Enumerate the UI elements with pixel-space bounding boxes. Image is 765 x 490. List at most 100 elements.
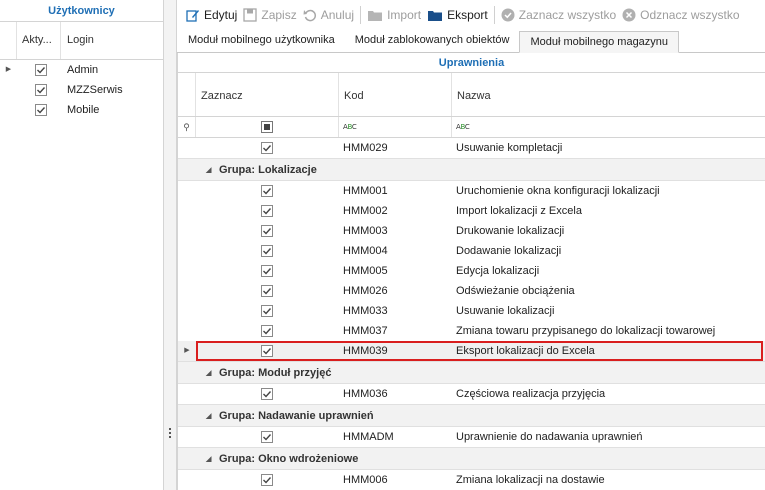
- permission-row[interactable]: HMM006 Zmiana lokalizacji na dostawie: [178, 470, 765, 490]
- text-filter-icon: ABC: [343, 123, 357, 131]
- permission-name: Częściowa realizacja przyjęcia: [456, 388, 606, 400]
- filter-pin-icon: ⚲: [178, 117, 196, 137]
- export-button[interactable]: Eksport: [424, 4, 491, 26]
- permission-checkbox[interactable]: [261, 205, 273, 217]
- permission-name: Edycja lokalizacji: [456, 265, 540, 277]
- focused-row-outline: [196, 341, 763, 361]
- group-row[interactable]: ◢ Grupa: Nadawanie uprawnień: [178, 404, 765, 427]
- user-row[interactable]: MZZSerwis: [0, 80, 163, 100]
- grid-header: Zaznacz Kod Nazwa: [178, 73, 765, 117]
- active-cell[interactable]: [17, 80, 61, 100]
- permission-checkbox[interactable]: [261, 474, 273, 486]
- permission-name: Uprawnienie do nadawania uprawnień: [456, 431, 643, 443]
- permission-code: HMM002: [343, 205, 388, 217]
- tab-1[interactable]: Moduł mobilnego użytkownika: [178, 30, 345, 52]
- save-button[interactable]: Zapisz: [240, 4, 299, 26]
- permission-checkbox[interactable]: [261, 285, 273, 297]
- user-row[interactable]: Mobile: [0, 100, 163, 120]
- permission-row[interactable]: HMM026 Odświeżanie obciążenia: [178, 281, 765, 301]
- permission-row[interactable]: HMM001 Uruchomienie okna konfiguracji lok…: [178, 181, 765, 201]
- permission-name: Usuwanie lokalizacji: [456, 305, 555, 317]
- column-header-name[interactable]: Nazwa: [452, 73, 765, 116]
- active-checkbox[interactable]: [35, 64, 47, 76]
- column-header-login[interactable]: Login: [62, 22, 163, 59]
- active-cell[interactable]: [17, 60, 61, 80]
- cancel-button[interactable]: Anuluj: [300, 4, 357, 26]
- user-row[interactable]: ▶ Admin: [0, 60, 163, 80]
- edit-button[interactable]: Edytuj: [183, 4, 240, 26]
- panel-splitter[interactable]: [164, 0, 177, 490]
- permission-row[interactable]: HMMADM Uprawnienie do nadawania uprawnień: [178, 427, 765, 447]
- group-row[interactable]: ◢ Grupa: Moduł przyjęć: [178, 361, 765, 384]
- permission-checkbox[interactable]: [261, 388, 273, 400]
- row-indicator-header: [0, 22, 17, 59]
- permission-name: Dodawanie lokalizacji: [456, 245, 562, 257]
- permission-checkbox[interactable]: [261, 265, 273, 277]
- splitter-grip-icon: [169, 428, 172, 440]
- permission-row[interactable]: HMM004 Dodawanie lokalizacji: [178, 241, 765, 261]
- check-circle-icon: [501, 8, 515, 22]
- name-filter-cell[interactable]: ABC: [452, 117, 765, 137]
- permission-row[interactable]: HMM002 Import lokalizacji z Excela: [178, 201, 765, 221]
- cancel-button-label: Anuluj: [320, 8, 355, 22]
- permission-checkbox[interactable]: [261, 431, 273, 443]
- select-all-button[interactable]: Zaznacz wszystko: [498, 4, 619, 26]
- import-button-label: Import: [387, 8, 422, 22]
- permission-checkbox[interactable]: [261, 225, 273, 237]
- collapse-arrow-icon[interactable]: ◢: [206, 405, 211, 428]
- group-label: Grupa: Nadawanie uprawnień: [219, 410, 374, 422]
- permission-checkbox[interactable]: [261, 325, 273, 337]
- select-filter-checkbox[interactable]: [261, 121, 273, 133]
- save-button-label: Zapisz: [261, 8, 297, 22]
- permission-name: Zmiana lokalizacji na dostawie: [456, 474, 605, 486]
- active-cell[interactable]: [17, 100, 61, 120]
- permission-row[interactable]: HMM036 Częściowa realizacja przyjęcia: [178, 384, 765, 404]
- permission-checkbox[interactable]: [261, 185, 273, 197]
- text-filter-icon: ABC: [456, 123, 470, 131]
- folder-icon: [368, 11, 383, 21]
- row-indicator: [178, 427, 196, 447]
- permission-name: Odświeżanie obciążenia: [456, 285, 575, 297]
- collapse-arrow-icon[interactable]: ◢: [206, 448, 211, 471]
- permission-code: HMM029: [343, 142, 388, 154]
- permission-checkbox[interactable]: [261, 142, 273, 154]
- collapse-arrow-icon[interactable]: ◢: [206, 362, 211, 385]
- active-checkbox[interactable]: [35, 84, 47, 96]
- user-login: MZZSerwis: [67, 84, 123, 96]
- active-checkbox[interactable]: [35, 104, 47, 116]
- permission-name: Uruchomienie okna konfiguracji lokalizac…: [456, 185, 660, 197]
- row-indicator: [178, 181, 196, 201]
- permission-row[interactable]: HMM003 Drukowanie lokalizacji: [178, 221, 765, 241]
- permission-checkbox[interactable]: [261, 305, 273, 317]
- permission-name: Import lokalizacji z Excela: [456, 205, 582, 217]
- select-filter-cell[interactable]: [196, 117, 339, 137]
- code-filter-cell[interactable]: ABC: [339, 117, 452, 137]
- permission-row[interactable]: HMM037 Zmiana towaru przypisanego do loka…: [178, 321, 765, 341]
- column-header-code[interactable]: Kod: [339, 73, 452, 116]
- permission-name: Zmiana towaru przypisanego do lokalizacj…: [456, 325, 716, 337]
- column-header-active[interactable]: Akty...: [17, 22, 61, 59]
- permission-row[interactable]: ▶ HMM039 Eksport lokalizacji do Excela: [178, 341, 765, 361]
- row-indicator: [178, 301, 196, 321]
- import-button[interactable]: Import: [364, 4, 424, 26]
- permission-code: HMM004: [343, 245, 388, 257]
- row-indicator: [178, 261, 196, 281]
- column-header-select[interactable]: Zaznacz: [196, 73, 339, 116]
- permission-code: HMM005: [343, 265, 388, 277]
- module-tabs: Moduł mobilnego użytkownika Moduł zabloko…: [177, 30, 765, 53]
- deselect-all-button[interactable]: Odznacz wszystko: [619, 4, 742, 26]
- row-indicator: [178, 470, 196, 490]
- tab-3[interactable]: Moduł mobilnego magazynu: [519, 31, 680, 53]
- permission-code: HMM006: [343, 474, 388, 486]
- collapse-arrow-icon[interactable]: ◢: [206, 159, 211, 182]
- tab-2[interactable]: Moduł zablokowanych obiektów: [345, 30, 520, 52]
- permission-code: HMM026: [343, 285, 388, 297]
- permission-row[interactable]: HMM005 Edycja lokalizacji: [178, 261, 765, 281]
- group-row[interactable]: ◢ Grupa: Okno wdrożeniowe: [178, 447, 765, 470]
- permission-row[interactable]: HMM033 Usuwanie lokalizacji: [178, 301, 765, 321]
- group-row[interactable]: ◢ Grupa: Lokalizacje: [178, 158, 765, 181]
- permission-checkbox[interactable]: [261, 245, 273, 257]
- undo-icon: [303, 9, 316, 22]
- user-login: Admin: [67, 64, 99, 76]
- permission-row[interactable]: HMM029 Usuwanie kompletacji: [178, 138, 765, 158]
